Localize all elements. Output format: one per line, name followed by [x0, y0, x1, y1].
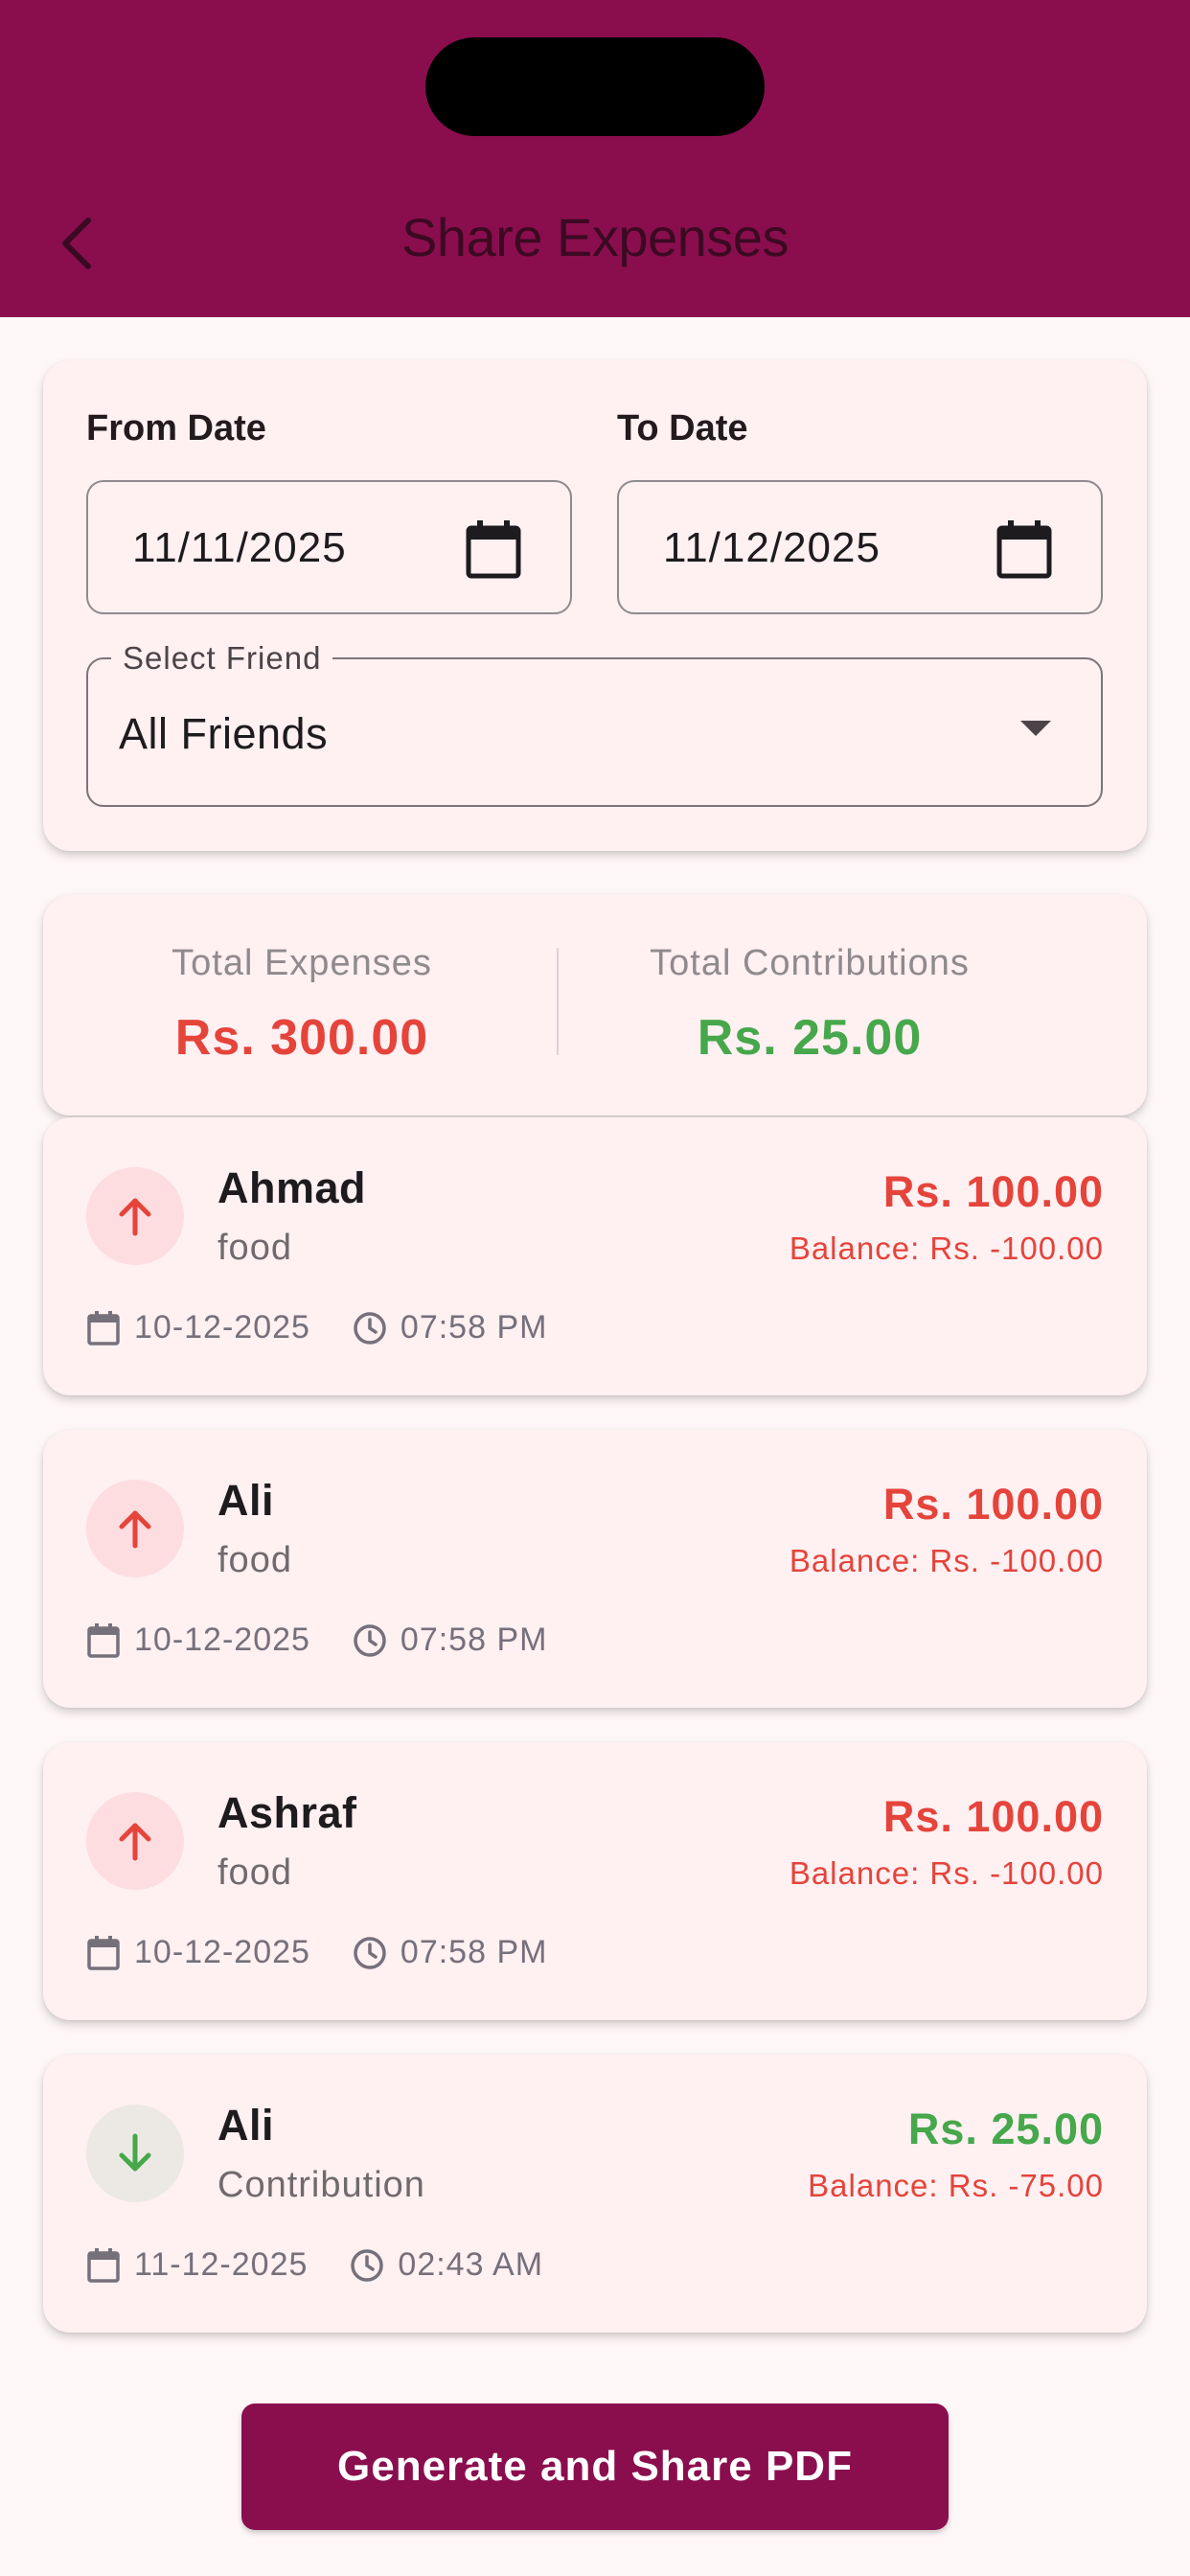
transaction-date: 10-12-2025 — [134, 1309, 310, 1346]
friend-select[interactable]: Select Friend All Friends — [86, 640, 1103, 807]
clock-icon — [354, 1936, 386, 1969]
transaction-category: food — [217, 1540, 292, 1580]
generate-share-pdf-button[interactable]: Generate and Share PDF — [241, 2404, 949, 2530]
calendar-icon[interactable] — [995, 518, 1053, 580]
transaction-balance: Balance: Rs. -100.00 — [789, 1230, 1104, 1266]
transaction-date: 10-12-2025 — [134, 1934, 310, 1970]
clock-icon — [354, 1623, 386, 1657]
arrow-up-icon — [119, 1198, 151, 1236]
transaction-meta: 10-12-2025 07:58 PM — [86, 1934, 547, 1971]
contribution-indicator — [86, 2104, 184, 2202]
calendar-icon — [87, 1935, 120, 1970]
transaction-time: 07:58 PM — [400, 1309, 548, 1346]
transaction-name: Ahmad — [217, 1163, 367, 1212]
transaction-meta: 10-12-2025 07:58 PM — [86, 1309, 547, 1346]
arrow-up-icon — [119, 1510, 151, 1549]
total-expenses: Total Expenses Rs. 300.00 — [43, 943, 561, 1067]
page-title: Share Expenses — [401, 207, 789, 267]
total-contributions-value: Rs. 25.00 — [697, 1010, 923, 1066]
clock-icon — [351, 2248, 384, 2282]
transaction-category: food — [217, 1852, 292, 1893]
friend-select-label: Select Friend — [111, 640, 333, 677]
transaction-balance: Balance: Rs. -75.00 — [808, 2168, 1104, 2203]
transaction-amount: Rs. 25.00 — [907, 2104, 1104, 2153]
calendar-icon — [87, 1622, 120, 1658]
totals-card: Total Expenses Rs. 300.00 Total Contribu… — [43, 895, 1147, 1116]
arrow-down-icon — [119, 2133, 151, 2172]
transaction-amount: Rs. 100.00 — [882, 1480, 1104, 1529]
total-contributions: Total Contributions Rs. 25.00 — [561, 943, 1059, 1067]
to-date-label: To Date — [617, 408, 748, 448]
transaction-card[interactable]: Ali food Rs. 100.00 Balance: Rs. -100.00… — [43, 1430, 1147, 1708]
transaction-category: food — [217, 1228, 292, 1268]
transaction-meta: 10-12-2025 07:58 PM — [86, 1622, 547, 1659]
total-expenses-label: Total Expenses — [172, 943, 432, 983]
camera-notch — [425, 37, 765, 136]
transaction-date: 11-12-2025 — [134, 2246, 309, 2283]
expense-indicator — [86, 1480, 184, 1577]
transaction-balance: Balance: Rs. -100.00 — [789, 1543, 1104, 1578]
friend-select-value: All Friends — [119, 709, 329, 758]
transaction-card[interactable]: Ahmad food Rs. 100.00 Balance: Rs. -100.… — [43, 1117, 1147, 1395]
dropdown-arrow-icon — [1020, 721, 1051, 736]
to-date-field[interactable]: 11/12/2025 — [617, 480, 1103, 614]
calendar-icon — [87, 2247, 120, 2283]
transaction-name: Ashraf — [217, 1788, 357, 1837]
expense-indicator — [86, 1792, 184, 1890]
transaction-name: Ali — [217, 1476, 275, 1525]
clock-icon — [354, 1311, 386, 1345]
transaction-amount: Rs. 100.00 — [882, 1167, 1104, 1216]
from-date-field[interactable]: 11/11/2025 — [86, 480, 572, 614]
transaction-meta: 11-12-2025 02:43 AM — [86, 2246, 543, 2284]
transaction-category: Contribution — [217, 2165, 425, 2205]
expense-indicator — [86, 1167, 184, 1265]
transaction-date: 10-12-2025 — [134, 1622, 310, 1658]
total-contributions-label: Total Contributions — [650, 943, 970, 983]
calendar-icon — [87, 1310, 120, 1346]
from-date-value: 11/11/2025 — [132, 524, 347, 571]
transaction-time: 02:43 AM — [398, 2246, 544, 2283]
transaction-card[interactable]: Ashraf food Rs. 100.00 Balance: Rs. -100… — [43, 1742, 1147, 2020]
arrow-up-icon — [119, 1823, 151, 1861]
transaction-name: Ali — [217, 2101, 275, 2150]
to-date-value: 11/12/2025 — [663, 524, 881, 571]
calendar-icon[interactable] — [465, 518, 522, 580]
app-bar: Share Expenses — [0, 0, 1190, 317]
filter-card: From Date To Date 11/11/2025 11/12/2025 … — [43, 360, 1147, 851]
transaction-card[interactable]: Ali Contribution Rs. 25.00 Balance: Rs. … — [43, 2055, 1147, 2333]
divider — [557, 948, 559, 1055]
transaction-time: 07:58 PM — [400, 1622, 548, 1658]
transaction-balance: Balance: Rs. -100.00 — [789, 1855, 1104, 1891]
total-expenses-value: Rs. 300.00 — [174, 1010, 429, 1066]
transaction-amount: Rs. 100.00 — [882, 1792, 1104, 1841]
transaction-time: 07:58 PM — [400, 1934, 548, 1970]
from-date-label: From Date — [86, 408, 266, 448]
